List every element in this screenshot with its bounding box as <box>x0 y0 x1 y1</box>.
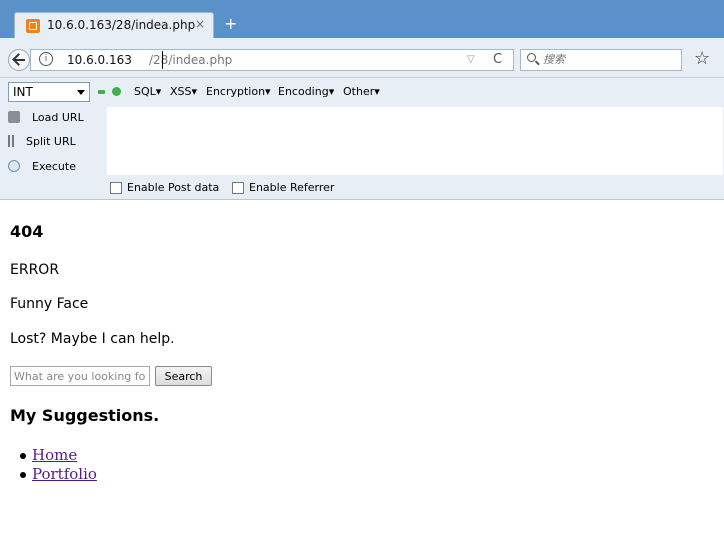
funny-face-text: Funny Face <box>10 296 89 312</box>
search-button[interactable]: Search <box>155 366 212 386</box>
close-tab-icon[interactable]: × <box>195 17 205 31</box>
load-url-button[interactable]: Load URL <box>8 111 84 124</box>
execute-icon <box>8 160 20 172</box>
site-favicon-icon <box>26 19 40 33</box>
execute-button[interactable]: Execute <box>8 160 76 173</box>
back-button[interactable] <box>8 49 30 71</box>
split-url-label: Split URL <box>26 135 76 148</box>
type-select[interactable]: INT <box>8 82 90 102</box>
chevron-down-icon <box>77 90 85 95</box>
increment-icon[interactable] <box>112 87 121 96</box>
load-url-icon <box>8 111 20 123</box>
split-url-icon <box>8 135 14 147</box>
post-data-checkbox[interactable] <box>110 182 122 194</box>
text-cursor-icon <box>162 51 164 69</box>
error-text: ERROR <box>10 262 60 278</box>
url-history-dropdown-icon[interactable]: ▽ <box>467 54 475 65</box>
hackbar-side-panel: Load URL Split URL Execute <box>0 106 106 176</box>
menu-xss[interactable]: XSS▾ <box>170 85 197 98</box>
reload-icon[interactable]: C <box>493 52 502 67</box>
suggestions-heading: My Suggestions. <box>10 406 160 425</box>
menu-sql[interactable]: SQL▾ <box>134 85 161 98</box>
info-icon[interactable]: i <box>39 52 53 66</box>
type-select-value: INT <box>13 85 33 99</box>
execute-label: Execute <box>32 160 76 173</box>
help-text: Lost? Maybe I can help. <box>10 331 175 347</box>
page-title: 404 <box>10 222 44 241</box>
menu-other[interactable]: Other▾ <box>343 85 380 98</box>
url-host: 10.6.0.163 <box>67 53 132 67</box>
navigation-bar: i 10.6.0.163 /28/indea.php ▽ C ☆ <box>0 38 724 78</box>
list-item: Portfolio <box>20 465 97 484</box>
hackbar-toolbar: INT SQL▾ XSS▾ Encryption▾ Encoding▾ Othe… <box>0 78 724 106</box>
hackbar-options: Enable Post data Enable Referrer <box>0 176 724 200</box>
home-link[interactable]: Home <box>32 446 77 464</box>
post-data-label: Enable Post data <box>127 181 220 194</box>
load-url-label: Load URL <box>32 111 84 124</box>
site-search-input[interactable] <box>10 366 150 386</box>
new-tab-icon[interactable]: + <box>224 14 237 33</box>
referrer-label: Enable Referrer <box>249 181 335 194</box>
browser-tab[interactable]: 10.6.0.163/28/indea.php × <box>14 12 214 38</box>
bookmark-star-icon[interactable]: ☆ <box>694 48 710 69</box>
referrer-checkbox[interactable] <box>232 182 244 194</box>
tab-strip: 10.6.0.163/28/indea.php × + <box>0 0 724 38</box>
list-item: Home <box>20 446 97 465</box>
menu-encoding[interactable]: Encoding▾ <box>278 85 334 98</box>
search-bar[interactable] <box>520 49 682 71</box>
search-icon <box>527 53 536 62</box>
address-bar[interactable]: i 10.6.0.163 /28/indea.php ▽ C <box>30 49 514 71</box>
url-textarea[interactable] <box>106 106 724 176</box>
portfolio-link[interactable]: Portfolio <box>32 465 97 483</box>
search-input[interactable] <box>543 52 673 68</box>
tab-title: 10.6.0.163/28/indea.php <box>47 18 196 32</box>
suggestions-list: Home Portfolio <box>20 446 97 484</box>
menu-encryption[interactable]: Encryption▾ <box>206 85 271 98</box>
split-url-button[interactable]: Split URL <box>8 135 76 148</box>
decrement-icon[interactable] <box>98 90 105 94</box>
